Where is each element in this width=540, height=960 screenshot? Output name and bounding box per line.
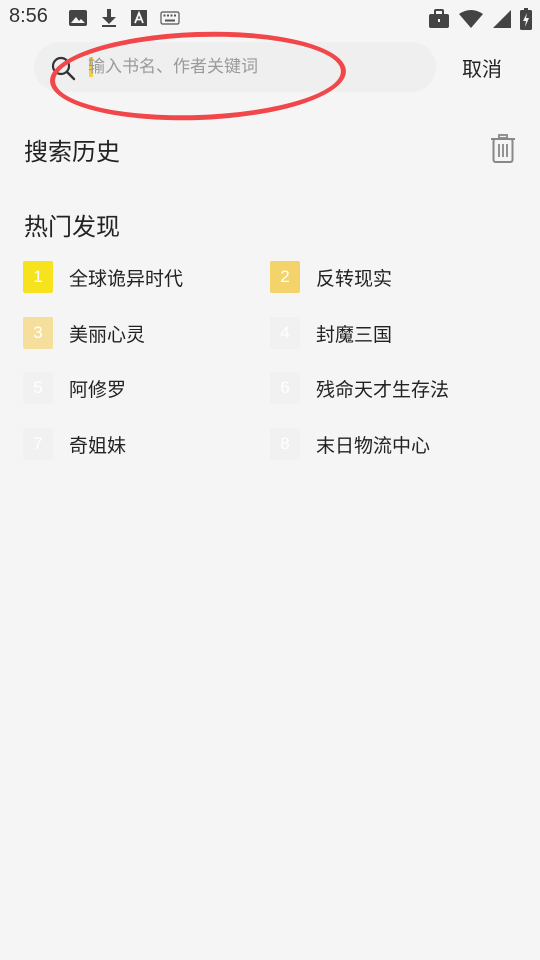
hot-item-title: 封魔三国 (316, 323, 393, 346)
hot-item-title: 美丽心灵 (69, 323, 146, 346)
keyboard-icon (160, 11, 180, 25)
hot-item-title: 残命天才生存法 (316, 378, 450, 401)
status-bar: 8:56 (0, 0, 540, 36)
signal-icon (492, 9, 512, 29)
hot-item[interactable]: 4 封魔三国 (270, 317, 392, 349)
hot-item[interactable]: 2 反转现实 (270, 261, 392, 293)
trash-icon[interactable] (490, 134, 516, 168)
hot-item-title: 末日物流中心 (316, 434, 431, 457)
system-icons (428, 8, 532, 30)
battery-icon (520, 8, 532, 30)
hot-item-title: 奇姐妹 (69, 434, 127, 457)
hot-item-title: 阿修罗 (69, 378, 127, 401)
cancel-button[interactable]: 取消 (462, 53, 502, 82)
briefcase-icon (428, 9, 450, 29)
rank-badge: 2 (270, 261, 300, 293)
hot-item[interactable]: 1 全球诡异时代 (23, 261, 183, 293)
rank-badge: 1 (23, 261, 53, 293)
image-icon (68, 9, 88, 27)
hot-item[interactable]: 6 残命天才生存法 (270, 372, 449, 404)
search-icon (50, 55, 76, 85)
hot-item[interactable]: 8 末日物流中心 (270, 428, 430, 460)
hot-item[interactable]: 7 奇姐妹 (23, 428, 126, 460)
hot-item[interactable]: 5 阿修罗 (23, 372, 126, 404)
rank-badge: 8 (270, 428, 300, 460)
search-bar[interactable] (34, 42, 436, 92)
rank-badge: 7 (23, 428, 53, 460)
rank-badge: 3 (23, 317, 53, 349)
search-history-title: 搜索历史 (24, 138, 120, 166)
hot-item[interactable]: 3 美丽心灵 (23, 317, 145, 349)
rank-badge: 6 (270, 372, 300, 404)
search-input[interactable] (88, 42, 418, 92)
rank-badge: 4 (270, 317, 300, 349)
rank-badge: 5 (23, 372, 53, 404)
wifi-icon (458, 9, 484, 29)
hot-item-title: 全球诡异时代 (69, 267, 184, 290)
status-time: 8:56 (9, 5, 48, 27)
hot-item-title: 反转现实 (316, 267, 393, 290)
font-icon (130, 9, 148, 27)
download-icon (100, 8, 118, 28)
notification-icons (68, 8, 180, 28)
hot-discovery-title: 热门发现 (24, 213, 120, 241)
